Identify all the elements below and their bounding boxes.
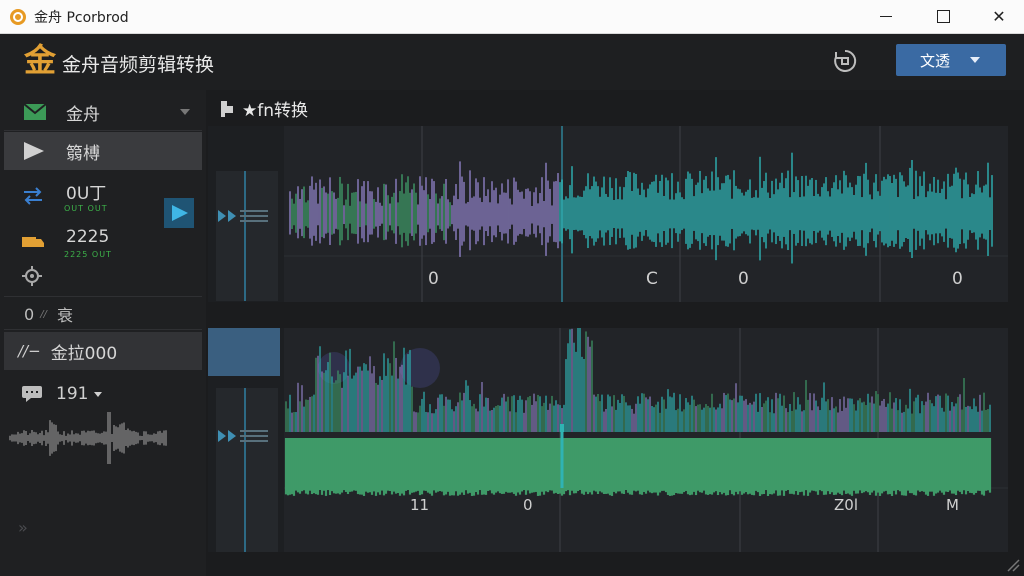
app-logo-icon	[10, 8, 26, 25]
track-header-block	[216, 171, 278, 301]
sync-icon[interactable]	[832, 48, 858, 74]
divider	[4, 130, 202, 131]
track-controls-icon[interactable]	[218, 428, 274, 444]
sidebar-item-sub: 2225 OUT	[64, 250, 112, 259]
play-icon	[24, 142, 44, 160]
tick-label: 0	[523, 496, 533, 514]
tick-label: 0	[738, 269, 749, 289]
resize-grip-icon[interactable]	[1006, 558, 1020, 572]
group-prefix: //−	[18, 342, 41, 360]
minimize-button[interactable]	[863, 0, 909, 33]
sidebar-item-sub: OUT OUT	[64, 204, 108, 213]
mail-icon	[24, 104, 46, 120]
chevron-down-icon	[94, 391, 103, 397]
sidebar-item-selected[interactable]: 篛榑	[4, 132, 202, 170]
track-header-block	[216, 388, 278, 552]
track-panel-2: 11 0 Z0l M	[208, 328, 1008, 552]
sidebar-item-jinzhou[interactable]: 金舟	[4, 94, 202, 130]
main-title-row: ★fn转换	[220, 96, 308, 121]
sidebar-item-label: 0U丁	[66, 183, 107, 204]
track-controls-icon[interactable]	[218, 208, 274, 224]
divider	[4, 296, 202, 297]
bookmark-icon	[221, 100, 233, 117]
comment-icon	[22, 386, 42, 402]
action-dropdown-button[interactable]: 文透	[896, 44, 1006, 76]
chevron-down-icon	[180, 109, 190, 115]
tick-label: Z0l	[834, 496, 858, 514]
app-header: 金 金舟音频剪辑转换 文透	[0, 34, 1024, 90]
window-title: 金舟 Pcorbrod	[34, 9, 129, 26]
small-row-marker: //	[40, 308, 47, 320]
small-row-suffix: 衰	[56, 306, 73, 325]
track-ruler	[244, 388, 246, 552]
main-title: ★fn转换	[242, 101, 308, 121]
divider	[4, 329, 202, 330]
waveform-2[interactable]	[284, 328, 1008, 552]
tick-label: C	[646, 269, 658, 289]
sidebar-small-row[interactable]: 0 // 衰	[4, 300, 202, 328]
sidebar-group[interactable]: //− 金拉000	[4, 332, 202, 370]
action-button-label: 文透	[920, 51, 951, 70]
track-ruler	[244, 171, 246, 301]
sidebar-item-label: 篛榑	[66, 143, 100, 164]
track-panel-1: 0 C 0 0	[208, 126, 1008, 302]
swap-icon	[24, 187, 42, 205]
group-label: 金拉000	[50, 343, 118, 364]
title-bar: 金舟 Pcorbrod ✕	[0, 0, 1024, 34]
tick-label: 11	[410, 496, 430, 514]
app-window: 金舟 Pcorbrod ✕ 金 金舟音频剪辑转换 文透 金舟 篛榑 0U丁 OU…	[0, 0, 1024, 576]
tick-label: 0	[952, 269, 963, 289]
close-button[interactable]: ✕	[976, 0, 1022, 33]
sidebar-item-label: 2225	[66, 227, 110, 247]
counter-label: 191	[56, 384, 89, 404]
tick-label: 0	[428, 269, 439, 289]
truck-icon	[22, 237, 44, 247]
mini-waveform	[9, 412, 167, 464]
sidebar-item-label: 金舟	[66, 104, 100, 125]
chevron-down-icon	[970, 57, 980, 63]
expand-icon[interactable]: »	[18, 518, 28, 537]
brand-logo: 金	[24, 41, 57, 79]
maximize-button[interactable]	[920, 0, 966, 33]
sidebar: 金舟 篛榑 0U丁 OUT OUT 2225 2225 OUT 0 // 衰 /…	[0, 90, 206, 576]
track-thumbnail[interactable]	[208, 328, 280, 376]
small-row-label: 0	[24, 304, 35, 324]
app-title: 金舟音频剪辑转换	[62, 54, 215, 76]
sidebar-counter[interactable]: 191	[4, 380, 202, 408]
sidebar-item-2225[interactable]: 2225 2225 OUT	[4, 222, 202, 262]
tick-label: M	[946, 496, 959, 514]
track-header-1	[208, 126, 284, 302]
gear-icon[interactable]	[22, 266, 42, 286]
track-header-2	[208, 328, 284, 552]
